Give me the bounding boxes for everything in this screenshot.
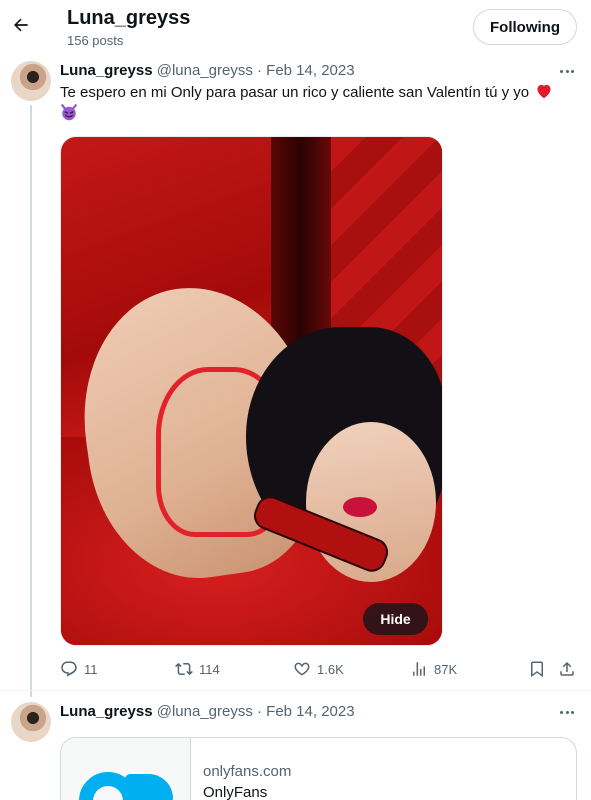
card-domain: onlyfans.com — [203, 763, 292, 780]
like-count: 1.6K — [317, 661, 344, 677]
views-button[interactable]: 87K — [410, 658, 457, 680]
view-count: 87K — [434, 661, 458, 677]
card-thumbnail — [61, 738, 191, 800]
author-name[interactable]: Luna_greyss — [60, 703, 153, 720]
hide-media-button[interactable]: Hide — [363, 603, 428, 635]
retweet-button[interactable]: 114 — [175, 658, 220, 680]
retweet-icon — [175, 662, 193, 676]
share-icon — [560, 661, 574, 676]
post-count: 156 posts — [67, 33, 124, 48]
like-button[interactable]: 1.6K — [293, 658, 344, 680]
views-icon — [413, 662, 425, 676]
tweet-text: Te espero en mi Only para pasar un rico … — [60, 83, 565, 124]
bookmark-button[interactable] — [526, 658, 548, 680]
arrow-left-icon — [14, 18, 28, 32]
tweet-text-body: Te espero en mi Only para pasar un rico … — [60, 84, 530, 101]
share-button[interactable] — [556, 658, 578, 680]
smiling-imp-icon — [61, 104, 77, 121]
onlyfans-logo-accent — [125, 774, 173, 800]
link-preview-card[interactable]: onlyfans.com OnlyFans — [60, 737, 577, 800]
thread-line — [30, 105, 32, 697]
separator-dot: · — [257, 703, 262, 720]
tweet-actions: 11 114 1.6K 87K — [60, 658, 576, 680]
bookmark-icon — [531, 661, 543, 678]
tweet-media-photo[interactable]: Hide — [60, 136, 443, 646]
back-button[interactable] — [6, 10, 36, 40]
avatar[interactable] — [11, 61, 51, 101]
tweet-date[interactable]: Feb 14, 2023 — [266, 62, 354, 79]
red-heart-icon — [537, 84, 551, 99]
more-button[interactable] — [556, 61, 578, 81]
tweet-header: Luna_greyss @luna_greyss · Feb 14, 2023 — [60, 61, 355, 81]
author-handle[interactable]: @luna_greyss — [157, 62, 253, 79]
heart-icon — [294, 662, 310, 676]
avatar[interactable] — [11, 702, 51, 742]
reply-icon — [61, 661, 77, 677]
author-handle[interactable]: @luna_greyss — [157, 703, 253, 720]
reply-count: 11 — [84, 661, 98, 677]
author-name[interactable]: Luna_greyss — [60, 62, 153, 79]
tweet-date[interactable]: Feb 14, 2023 — [266, 703, 354, 720]
profile-header: Luna_greyss 156 posts Following — [0, 0, 591, 53]
separator-dot: · — [257, 62, 262, 79]
figure-lips — [343, 497, 377, 517]
tweet-header: Luna_greyss @luna_greyss · Feb 14, 2023 — [60, 702, 355, 722]
profile-name: Luna_greyss — [67, 7, 191, 29]
reply-button[interactable]: 11 — [60, 658, 98, 680]
more-button[interactable] — [556, 702, 578, 722]
card-title: OnlyFans — [203, 784, 268, 800]
following-button[interactable]: Following — [473, 9, 577, 45]
tweet-divider — [0, 690, 591, 691]
retweet-count: 114 — [199, 661, 220, 677]
